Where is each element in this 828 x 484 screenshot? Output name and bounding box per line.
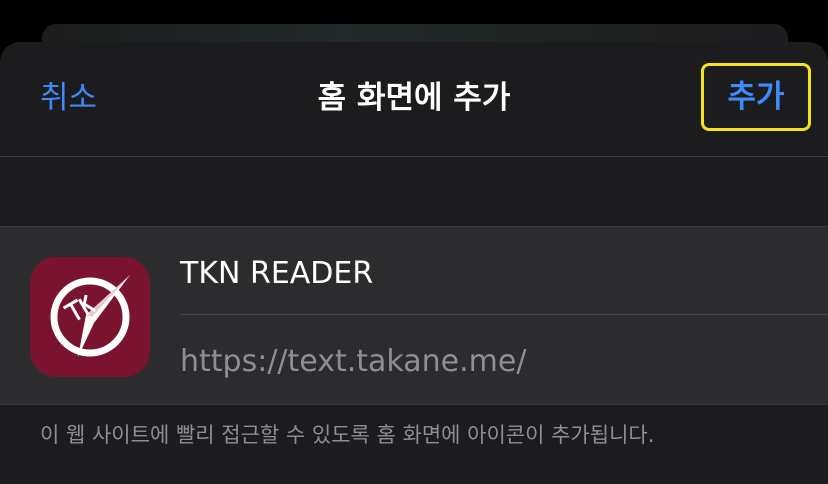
navigation-bar: 취소 홈 화면에 추가 추가 xyxy=(0,42,828,156)
app-info-card: TKN READER https://text.takane.me/ xyxy=(0,227,828,404)
app-name-field[interactable]: TKN READER xyxy=(180,249,800,299)
footnote-text: 이 웹 사이트에 빨리 접근할 수 있도록 홈 화면에 아이콘이 추가됩니다. xyxy=(40,423,655,447)
divider xyxy=(180,314,828,315)
add-to-home-sheet: 취소 홈 화면에 추가 추가 TKN READER https://text.t… xyxy=(0,42,828,484)
section-gap xyxy=(0,157,828,226)
screen: 취소 홈 화면에 추가 추가 TKN READER https://text.t… xyxy=(0,0,828,484)
app-url: https://text.takane.me/ xyxy=(180,344,527,379)
cancel-button[interactable]: 취소 xyxy=(40,78,97,118)
add-button[interactable]: 추가 xyxy=(701,63,811,131)
compass-logo-icon xyxy=(30,257,150,377)
divider xyxy=(0,404,828,405)
